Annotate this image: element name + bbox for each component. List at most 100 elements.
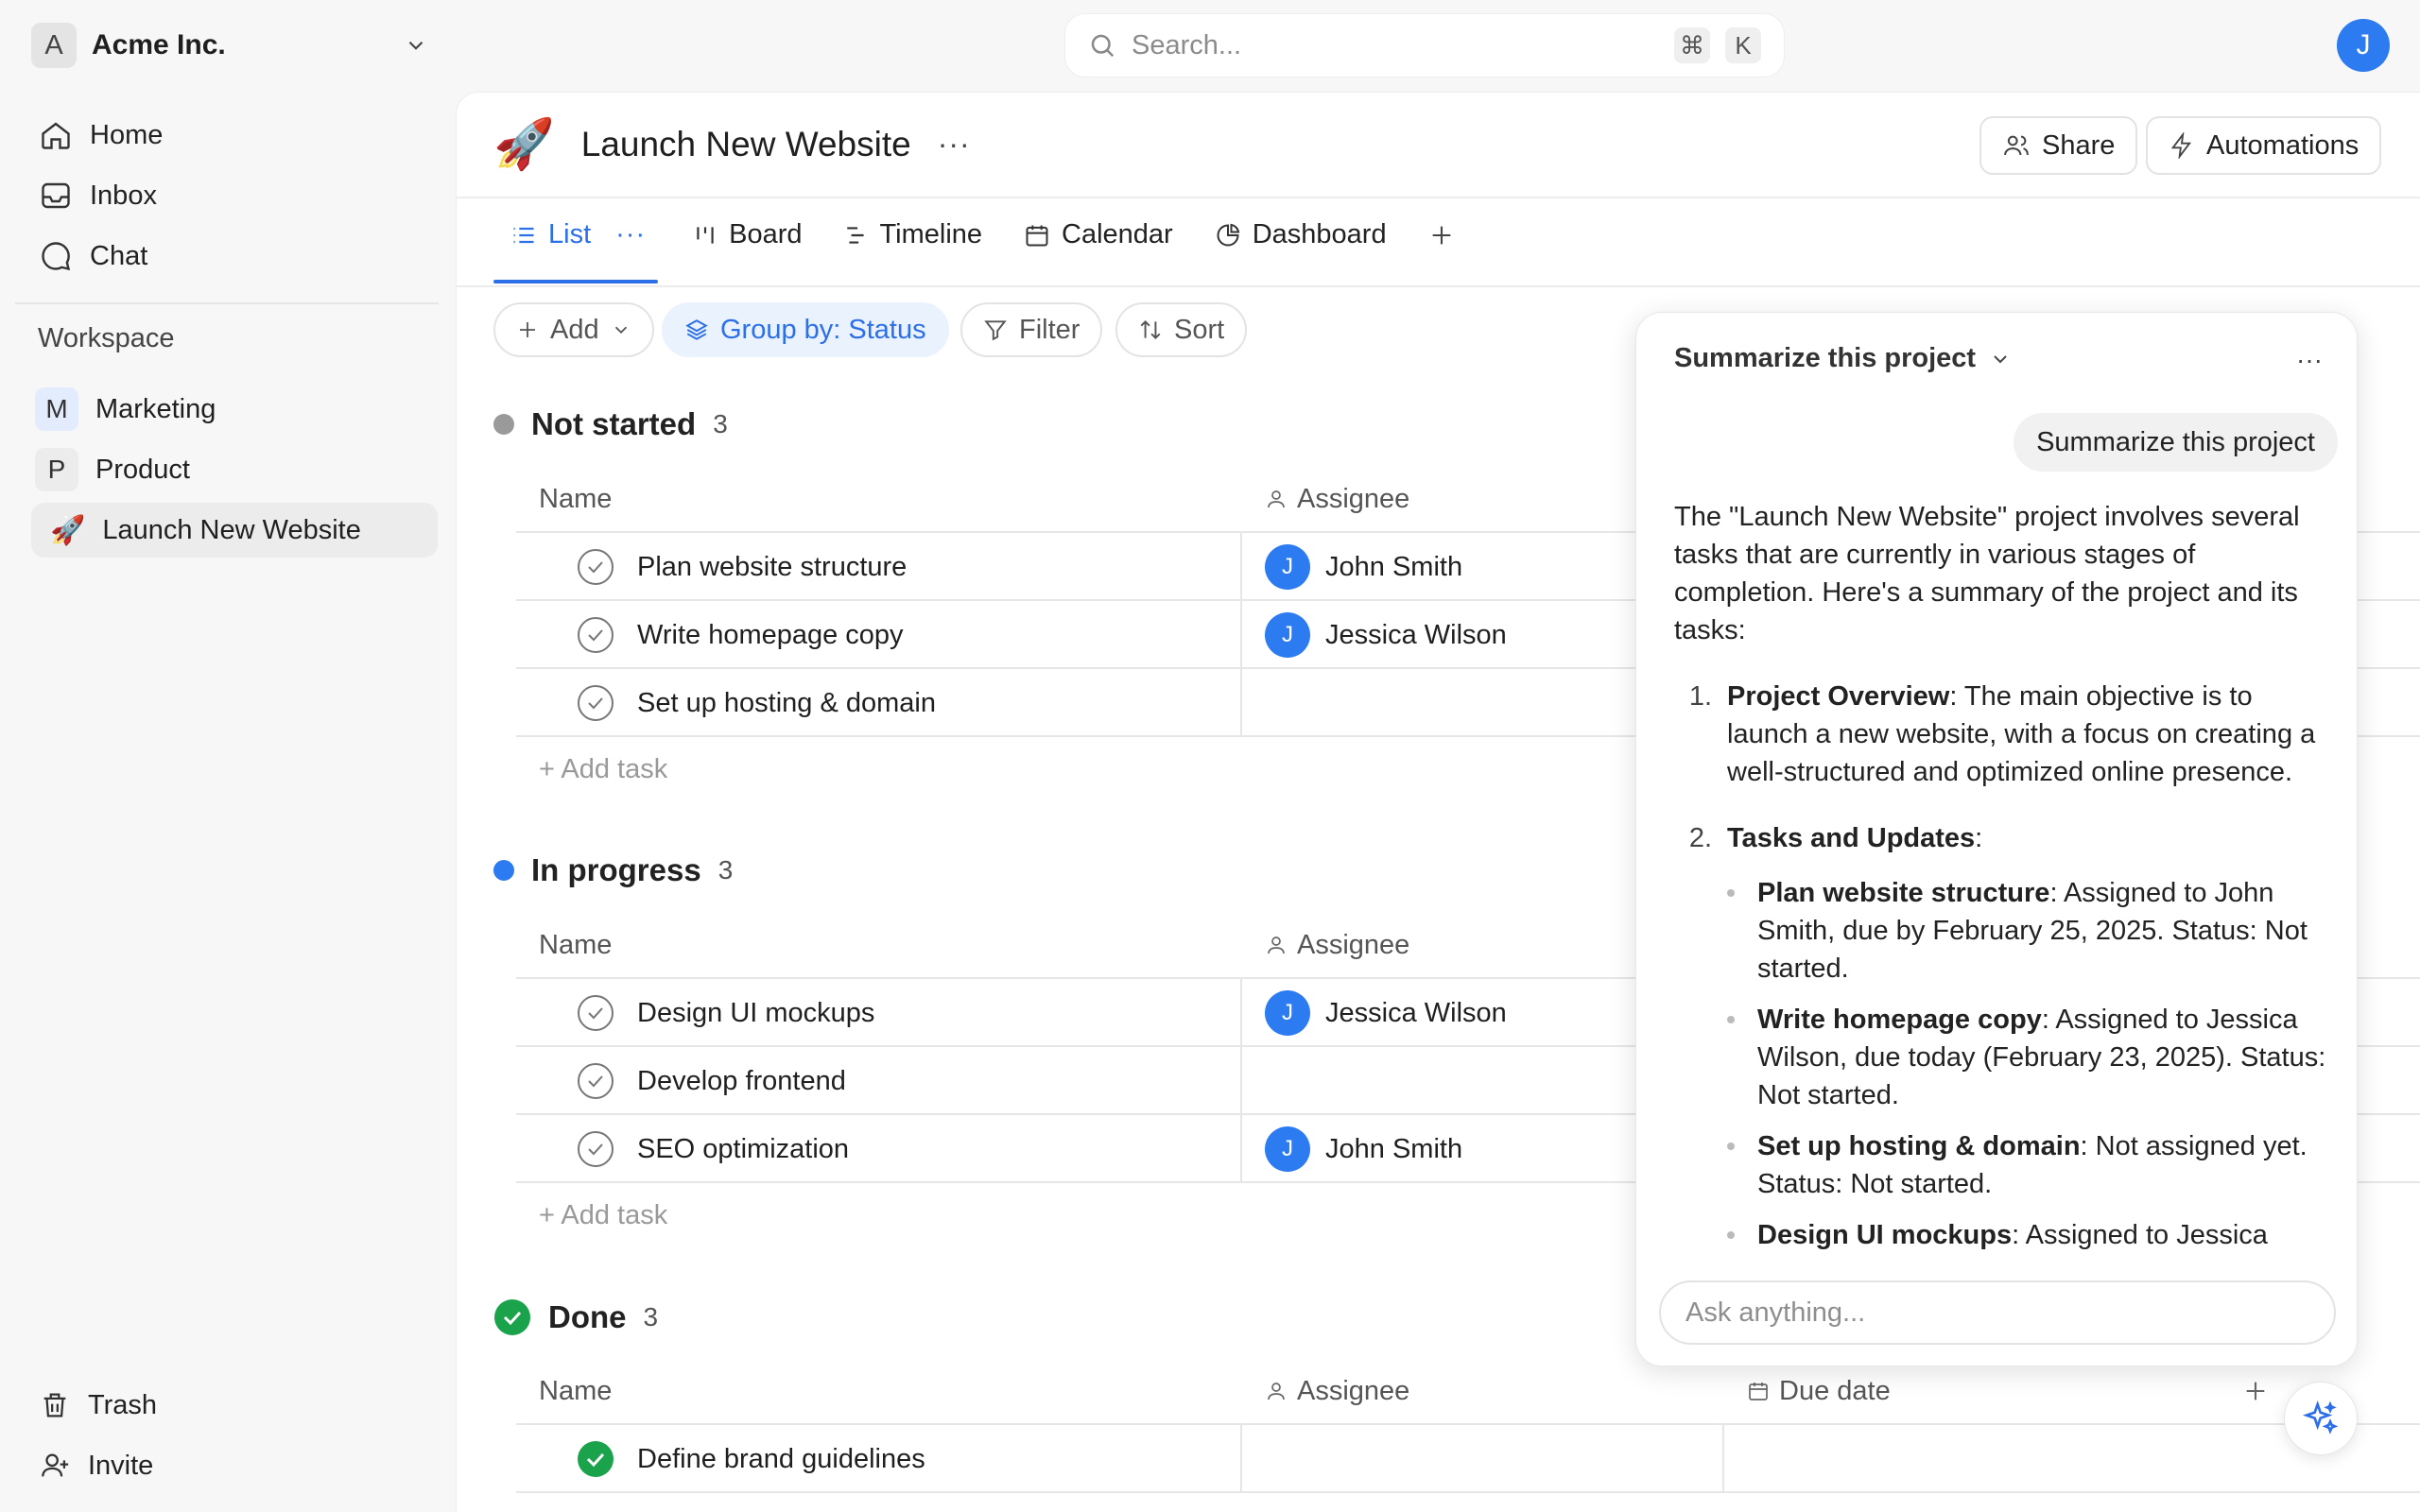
sidebar-item-inbox[interactable]: Inbox xyxy=(31,169,438,222)
ai-response: The "Launch New Website" project involve… xyxy=(1674,498,2332,1254)
avatar: J xyxy=(1265,1126,1310,1172)
tab-label: List xyxy=(548,219,592,249)
add-view-button[interactable] xyxy=(1428,222,1455,249)
view-tabs: List ··· Board Timeline Calendar Dashboa… xyxy=(510,219,1496,250)
project-emoji: 🚀 xyxy=(493,117,555,172)
column-assignee[interactable]: Assignee xyxy=(1265,1357,1409,1425)
add-column-button[interactable] xyxy=(2242,1357,2269,1425)
plus-icon xyxy=(2242,1378,2269,1404)
add-button[interactable]: Add xyxy=(493,302,654,357)
group-title: In progress xyxy=(531,852,701,887)
rocket-icon: 🚀 xyxy=(50,514,86,546)
list-item: 1. Project Overview: The main objective … xyxy=(1688,681,2316,787)
workspace-switcher[interactable]: A Acme Inc. xyxy=(31,21,428,70)
sidebar-divider xyxy=(15,302,439,304)
task-name[interactable]: Write homepage copy xyxy=(637,601,904,669)
check-circle-icon[interactable] xyxy=(577,684,614,722)
search-input[interactable]: Search... xyxy=(1132,30,1659,61)
column-name[interactable]: Name xyxy=(539,911,612,979)
shortcut-key: K xyxy=(1725,27,1761,63)
sidebar-item-label: Product xyxy=(95,454,190,485)
check-circle-icon[interactable] xyxy=(577,1130,614,1168)
share-button[interactable]: Share xyxy=(1979,116,2138,175)
project-more-button[interactable]: ··· xyxy=(938,127,971,162)
filter-button[interactable]: Filter xyxy=(960,302,1103,357)
sidebar-item-chat[interactable]: Chat xyxy=(31,230,438,283)
filter-label: Filter xyxy=(1019,314,1080,345)
assignee-name: Jessica Wilson xyxy=(1325,619,1507,650)
header-divider xyxy=(456,197,2420,198)
check-circle-icon[interactable] xyxy=(577,616,614,654)
group-in-progress[interactable]: In progress 3 xyxy=(493,852,733,888)
plus-icon xyxy=(516,318,539,341)
tab-timeline[interactable]: Timeline xyxy=(844,219,983,250)
sidebar-item-label: Launch New Website xyxy=(102,514,361,545)
timeline-icon xyxy=(844,223,869,248)
tab-label: Dashboard xyxy=(1252,219,1387,249)
inbox-icon xyxy=(39,179,73,213)
task-name[interactable]: Design UI mockups xyxy=(637,979,874,1047)
task-name[interactable]: Plan website structure xyxy=(637,533,907,601)
task-name[interactable]: Set up hosting & domain xyxy=(637,669,936,737)
tab-label: Timeline xyxy=(879,219,983,249)
group-title: Done xyxy=(548,1299,627,1334)
workspace-badge: A xyxy=(31,23,77,68)
column-due-date[interactable]: Due date xyxy=(1747,1357,1891,1425)
ai-panel-more-button[interactable]: ··· xyxy=(2296,345,2323,375)
ask-input[interactable]: Ask anything... xyxy=(1659,1280,2336,1345)
sidebar-item-launch-new-website[interactable]: 🚀 Launch New Website xyxy=(31,503,438,558)
search-bar[interactable]: Search... ⌘ K xyxy=(1064,13,1785,77)
check-circle-filled-icon[interactable] xyxy=(577,1440,614,1478)
tab-dashboard[interactable]: Dashboard xyxy=(1215,219,1387,250)
task-name[interactable]: Define brand guidelines xyxy=(637,1425,925,1493)
ai-panel-title-dropdown[interactable]: Summarize this project xyxy=(1674,343,2012,374)
sidebar-item-home[interactable]: Home xyxy=(31,109,438,162)
task-name[interactable]: Develop frontend xyxy=(637,1047,846,1115)
column-label: Assignee xyxy=(1297,1375,1410,1406)
tab-board[interactable]: Board xyxy=(693,219,803,250)
tab-calendar[interactable]: Calendar xyxy=(1024,219,1173,250)
tab-list-more-button[interactable]: ··· xyxy=(615,219,646,250)
sort-label: Sort xyxy=(1174,314,1225,345)
task-assignee[interactable]: J John Smith xyxy=(1265,533,1462,601)
pie-chart-icon xyxy=(1215,222,1241,249)
check-circle-icon[interactable] xyxy=(577,548,614,586)
shortcut-cmd: ⌘ xyxy=(1674,27,1710,63)
ai-assistant-button[interactable] xyxy=(2284,1382,2358,1455)
group-by-button[interactable]: Group by: Status xyxy=(662,302,949,357)
tab-list[interactable]: List ··· xyxy=(510,219,646,250)
column-assignee[interactable]: Assignee xyxy=(1265,911,1409,979)
add-task-button[interactable]: + Add task xyxy=(539,754,667,785)
sort-button[interactable]: Sort xyxy=(1115,302,1248,357)
add-task-button[interactable]: + Add task xyxy=(539,1200,667,1231)
sidebar-item-trash[interactable]: Trash xyxy=(31,1379,438,1432)
status-dot xyxy=(493,860,514,881)
list-item: Write homepage copy: Assigned to Jessica… xyxy=(1727,1001,2332,1114)
share-label: Share xyxy=(2042,129,2116,161)
task-assignee[interactable]: J John Smith xyxy=(1265,1115,1462,1183)
table-row[interactable]: Define brand guidelines xyxy=(516,1425,2420,1493)
list-item: Design UI mockups: Assigned to Jessica xyxy=(1727,1216,2332,1254)
task-name[interactable]: SEO optimization xyxy=(637,1115,849,1183)
group-not-started[interactable]: Not started 3 xyxy=(493,406,728,442)
sidebar-item-marketing[interactable]: M Marketing xyxy=(31,382,438,437)
column-name[interactable]: Name xyxy=(539,1357,612,1425)
chevron-down-icon xyxy=(611,319,631,340)
column-assignee[interactable]: Assignee xyxy=(1265,465,1409,533)
check-circle-icon[interactable] xyxy=(577,994,614,1032)
sidebar-item-product[interactable]: P Product xyxy=(31,442,438,497)
sidebar-item-label: Inbox xyxy=(90,180,157,211)
sidebar-heading-workspace: Workspace xyxy=(38,323,175,353)
users-icon xyxy=(2002,131,2031,160)
task-assignee[interactable]: J Jessica Wilson xyxy=(1265,601,1507,669)
person-icon xyxy=(1265,934,1288,956)
sidebar-item-invite[interactable]: Invite xyxy=(31,1439,438,1492)
task-assignee[interactable]: J Jessica Wilson xyxy=(1265,979,1507,1047)
column-name[interactable]: Name xyxy=(539,465,612,533)
group-done[interactable]: Done 3 xyxy=(493,1298,658,1336)
group-title: Not started xyxy=(531,406,697,441)
user-avatar[interactable]: J xyxy=(2337,19,2390,72)
automations-button[interactable]: Automations xyxy=(2146,116,2382,175)
check-circle-icon[interactable] xyxy=(577,1062,614,1100)
product-badge: P xyxy=(35,448,78,491)
